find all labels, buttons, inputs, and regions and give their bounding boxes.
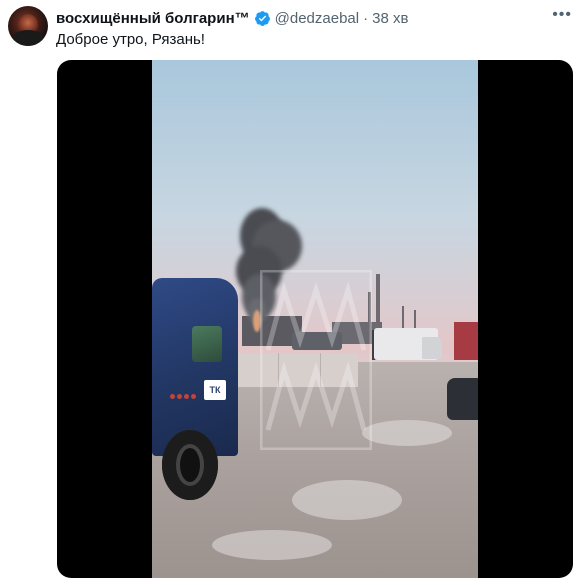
snow-patch bbox=[292, 480, 402, 520]
author-display-name[interactable]: восхищённый болгарин™ bbox=[56, 10, 250, 27]
author-handle[interactable]: @dedzaebal bbox=[275, 10, 359, 27]
truck-lights bbox=[170, 386, 204, 399]
snow-patch bbox=[212, 530, 332, 560]
more-horizontal-icon[interactable]: ••• bbox=[552, 6, 572, 24]
truck-logo-text: ТК bbox=[209, 385, 221, 395]
tweet-card[interactable]: восхищённый болгарин™ @dedzaebal · 38 хв… bbox=[0, 0, 584, 585]
white-van-cab bbox=[422, 337, 442, 359]
video-frame[interactable]: ТК bbox=[152, 60, 478, 578]
separator-dot: · bbox=[363, 9, 369, 27]
tweet-media-video[interactable]: ТК bbox=[57, 60, 573, 578]
tweet-header: восхищённый болгарин™ @dedzaebal · 38 хв… bbox=[56, 6, 572, 28]
tweet-timestamp[interactable]: 38 хв bbox=[372, 10, 408, 27]
watermark-icon bbox=[260, 270, 372, 450]
avatar[interactable] bbox=[8, 6, 48, 46]
truck-window bbox=[192, 326, 222, 362]
snow-patch bbox=[362, 420, 452, 446]
verified-badge-icon bbox=[254, 10, 270, 26]
tweet-text: Доброе утро, Рязань! bbox=[56, 31, 205, 48]
red-truck bbox=[454, 322, 478, 360]
dark-car bbox=[447, 378, 478, 420]
truck-logo: ТК bbox=[204, 380, 226, 400]
blue-truck bbox=[152, 278, 238, 456]
avatar-body bbox=[12, 30, 44, 46]
truck-wheel bbox=[162, 430, 218, 500]
